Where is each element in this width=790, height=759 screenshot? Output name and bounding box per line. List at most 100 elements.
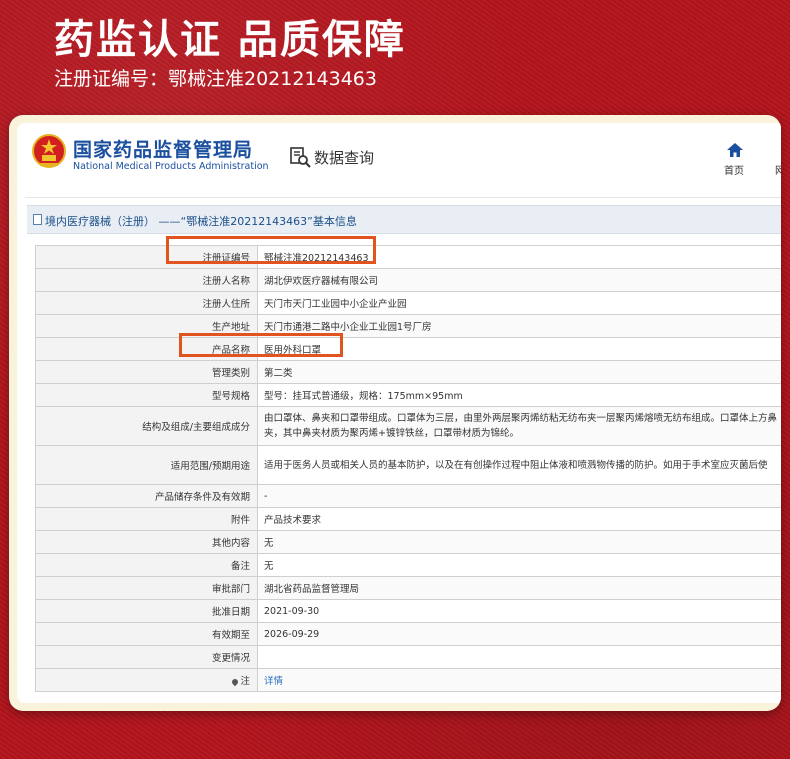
table-row: 结构及组成/主要组成成分 由口罩体、鼻夹和口罩带组成。口罩体为三层，由里外两层聚丙… (35, 406, 781, 446)
row-value: 湖北伊欢医疗器械有限公司 (257, 268, 781, 292)
banner-title: 药监认证 品质保障 (54, 17, 406, 63)
row-label: 注册人名称 (35, 268, 258, 292)
row-value: - (257, 484, 781, 508)
banner-subtitle: 注册证编号：鄂械注准20212143463 (54, 68, 377, 90)
row-label: 有效期至 (35, 622, 258, 646)
nav-next[interactable]: 网 (775, 162, 781, 177)
table-row: 生产地址 天门市通港二路中小企业工业园1号厂房 (35, 314, 781, 338)
row-label: 产品名称 (35, 337, 258, 361)
table-row: 适用范围/预期用途 适用于医务人员或相关人员的基本防护，以及在有创操作过程中阻止体… (35, 445, 781, 485)
table-row: 变更情况 (35, 645, 781, 669)
row-value-text: 湖北省药品监督管理局 (264, 584, 360, 595)
row-label: 型号规格 (35, 383, 258, 407)
row-value: 型号：挂耳式普通级，规格：175mm×95mm (257, 383, 781, 407)
row-value-text: 湖北伊欢医疗器械有限公司 (264, 276, 379, 287)
row-value: 适用于医务人员或相关人员的基本防护，以及在有创操作过程中阻止体液和喷溅物传播的防… (257, 445, 781, 485)
row-label-text: 附件 (230, 515, 250, 526)
site-header: 国家药品监督管理局 National Medical Products Admi… (17, 123, 781, 199)
row-value: 天门市天门工业园中小企业产业园 (257, 291, 781, 315)
breadcrumb-text: 境内医疗器械（注册） ——“鄂械注准20212143463”基本信息 (45, 215, 357, 228)
row-value-text: 无 (264, 538, 274, 549)
row-value: 天门市通港二路中小企业工业园1号厂房 (257, 314, 781, 338)
registration-info-table: 注册证编号 鄂械注准20212143463 注册人名称 湖北伊欢医疗器械有限公司 注册人… (35, 245, 781, 692)
row-value: 详情 (257, 668, 781, 692)
row-value-text: - (264, 490, 268, 502)
row-label: 注册人住所 (35, 291, 258, 315)
table-row: 审批部门 湖北省药品监督管理局 (35, 576, 781, 600)
row-label-text: 备注 (230, 561, 250, 572)
row-value: 产品技术要求 (257, 507, 781, 531)
row-label-text: 适用范围/预期用途 (170, 461, 250, 472)
row-label-text: 审批部门 (211, 584, 250, 595)
row-value: 第二类 (257, 360, 781, 384)
home-icon[interactable] (727, 143, 743, 157)
document-icon (33, 214, 42, 225)
row-value: 湖北省药品监督管理局 (257, 576, 781, 600)
row-label-text: 产品名称 (211, 345, 250, 356)
row-label-text: 其他内容 (211, 538, 250, 549)
table-row: 产品名称 医用外科口罩 (35, 337, 781, 361)
data-query-link[interactable]: 数据查询 (314, 147, 374, 168)
row-label-text: 有效期至 (211, 630, 250, 641)
row-value-text: 第二类 (264, 368, 293, 379)
row-label-text: 注册证编号 (202, 253, 250, 264)
row-label-text: 型号规格 (211, 391, 250, 402)
row-value-text: 型号：挂耳式普通级，规格：175mm×95mm (264, 391, 463, 402)
row-value: 医用外科口罩 (257, 337, 781, 361)
table-row: 管理类别 第二类 (35, 360, 781, 384)
row-label: 备注 (35, 553, 258, 577)
row-label: 注 (35, 668, 258, 692)
table-row: 附件 产品技术要求 (35, 507, 781, 531)
row-label: 注册证编号 (35, 245, 258, 269)
row-label: 产品储存条件及有效期 (35, 484, 258, 508)
table-row: 注册证编号 鄂械注准20212143463 (35, 245, 781, 269)
row-value: 无 (257, 553, 781, 577)
web-page: 国家药品监督管理局 National Medical Products Admi… (17, 123, 781, 703)
data-query-icon[interactable] (289, 146, 311, 168)
table-row: 批准日期 2021-09-30 (35, 599, 781, 623)
row-label-text: 产品储存条件及有效期 (154, 492, 250, 503)
row-label-text: 注册人名称 (202, 276, 250, 287)
row-label-text: 结构及组成/主要组成成分 (142, 422, 250, 433)
site-name-en: National Medical Products Administration (73, 161, 269, 172)
row-label: 变更情况 (35, 645, 258, 669)
row-value-text: 2026-09-29 (264, 628, 320, 640)
table-row: 型号规格 型号：挂耳式普通级，规格：175mm×95mm (35, 383, 781, 407)
row-value-text: 天门市天门工业园中小企业产业园 (264, 299, 407, 310)
row-label: 附件 (35, 507, 258, 531)
table-row: 注 详情 (35, 668, 781, 692)
row-value-text: 适用于医务人员或相关人员的基本防护，以及在有创操作过程中阻止体液和喷溅物传播的防… (264, 459, 768, 471)
header-divider (25, 197, 781, 198)
row-label: 生产地址 (35, 314, 258, 338)
row-label-text: 批准日期 (211, 607, 250, 618)
row-value-text: 2021-09-30 (264, 605, 320, 617)
pin-icon (231, 677, 240, 686)
row-value-text: 无 (264, 561, 274, 572)
detail-link[interactable]: 详情 (264, 676, 283, 687)
table-row: 备注 无 (35, 553, 781, 577)
site-name-cn[interactable]: 国家药品监督管理局 (73, 135, 253, 162)
row-value-text: 产品技术要求 (264, 515, 322, 526)
breadcrumb: 境内医疗器械（注册） ——“鄂械注准20212143463”基本信息 (27, 205, 781, 234)
row-value-text: 鄂械注准20212143463 (264, 253, 369, 264)
nav-home[interactable]: 首页 (724, 162, 744, 177)
row-value: 2021-09-30 (257, 599, 781, 623)
row-label: 批准日期 (35, 599, 258, 623)
table-row: 注册人住所 天门市天门工业园中小企业产业园 (35, 291, 781, 315)
screenshot-card: 国家药品监督管理局 National Medical Products Admi… (9, 115, 781, 711)
row-label-text: 管理类别 (211, 368, 250, 379)
row-value (257, 645, 781, 669)
table-row: 注册人名称 湖北伊欢医疗器械有限公司 (35, 268, 781, 292)
row-label: 审批部门 (35, 576, 258, 600)
row-label-text: 生产地址 (211, 322, 250, 333)
row-label: 结构及组成/主要组成成分 (35, 406, 258, 446)
row-label-text: 注 (240, 676, 250, 687)
row-value-text: 医用外科口罩 (264, 345, 322, 356)
row-label: 其他内容 (35, 530, 258, 554)
table-row: 产品储存条件及有效期 - (35, 484, 781, 508)
row-label: 适用范围/预期用途 (35, 445, 258, 485)
row-label: 管理类别 (35, 360, 258, 384)
row-value-text: 天门市通港二路中小企业工业园1号厂房 (264, 322, 432, 333)
table-row: 其他内容 无 (35, 530, 781, 554)
row-value: 鄂械注准20212143463 (257, 245, 781, 269)
